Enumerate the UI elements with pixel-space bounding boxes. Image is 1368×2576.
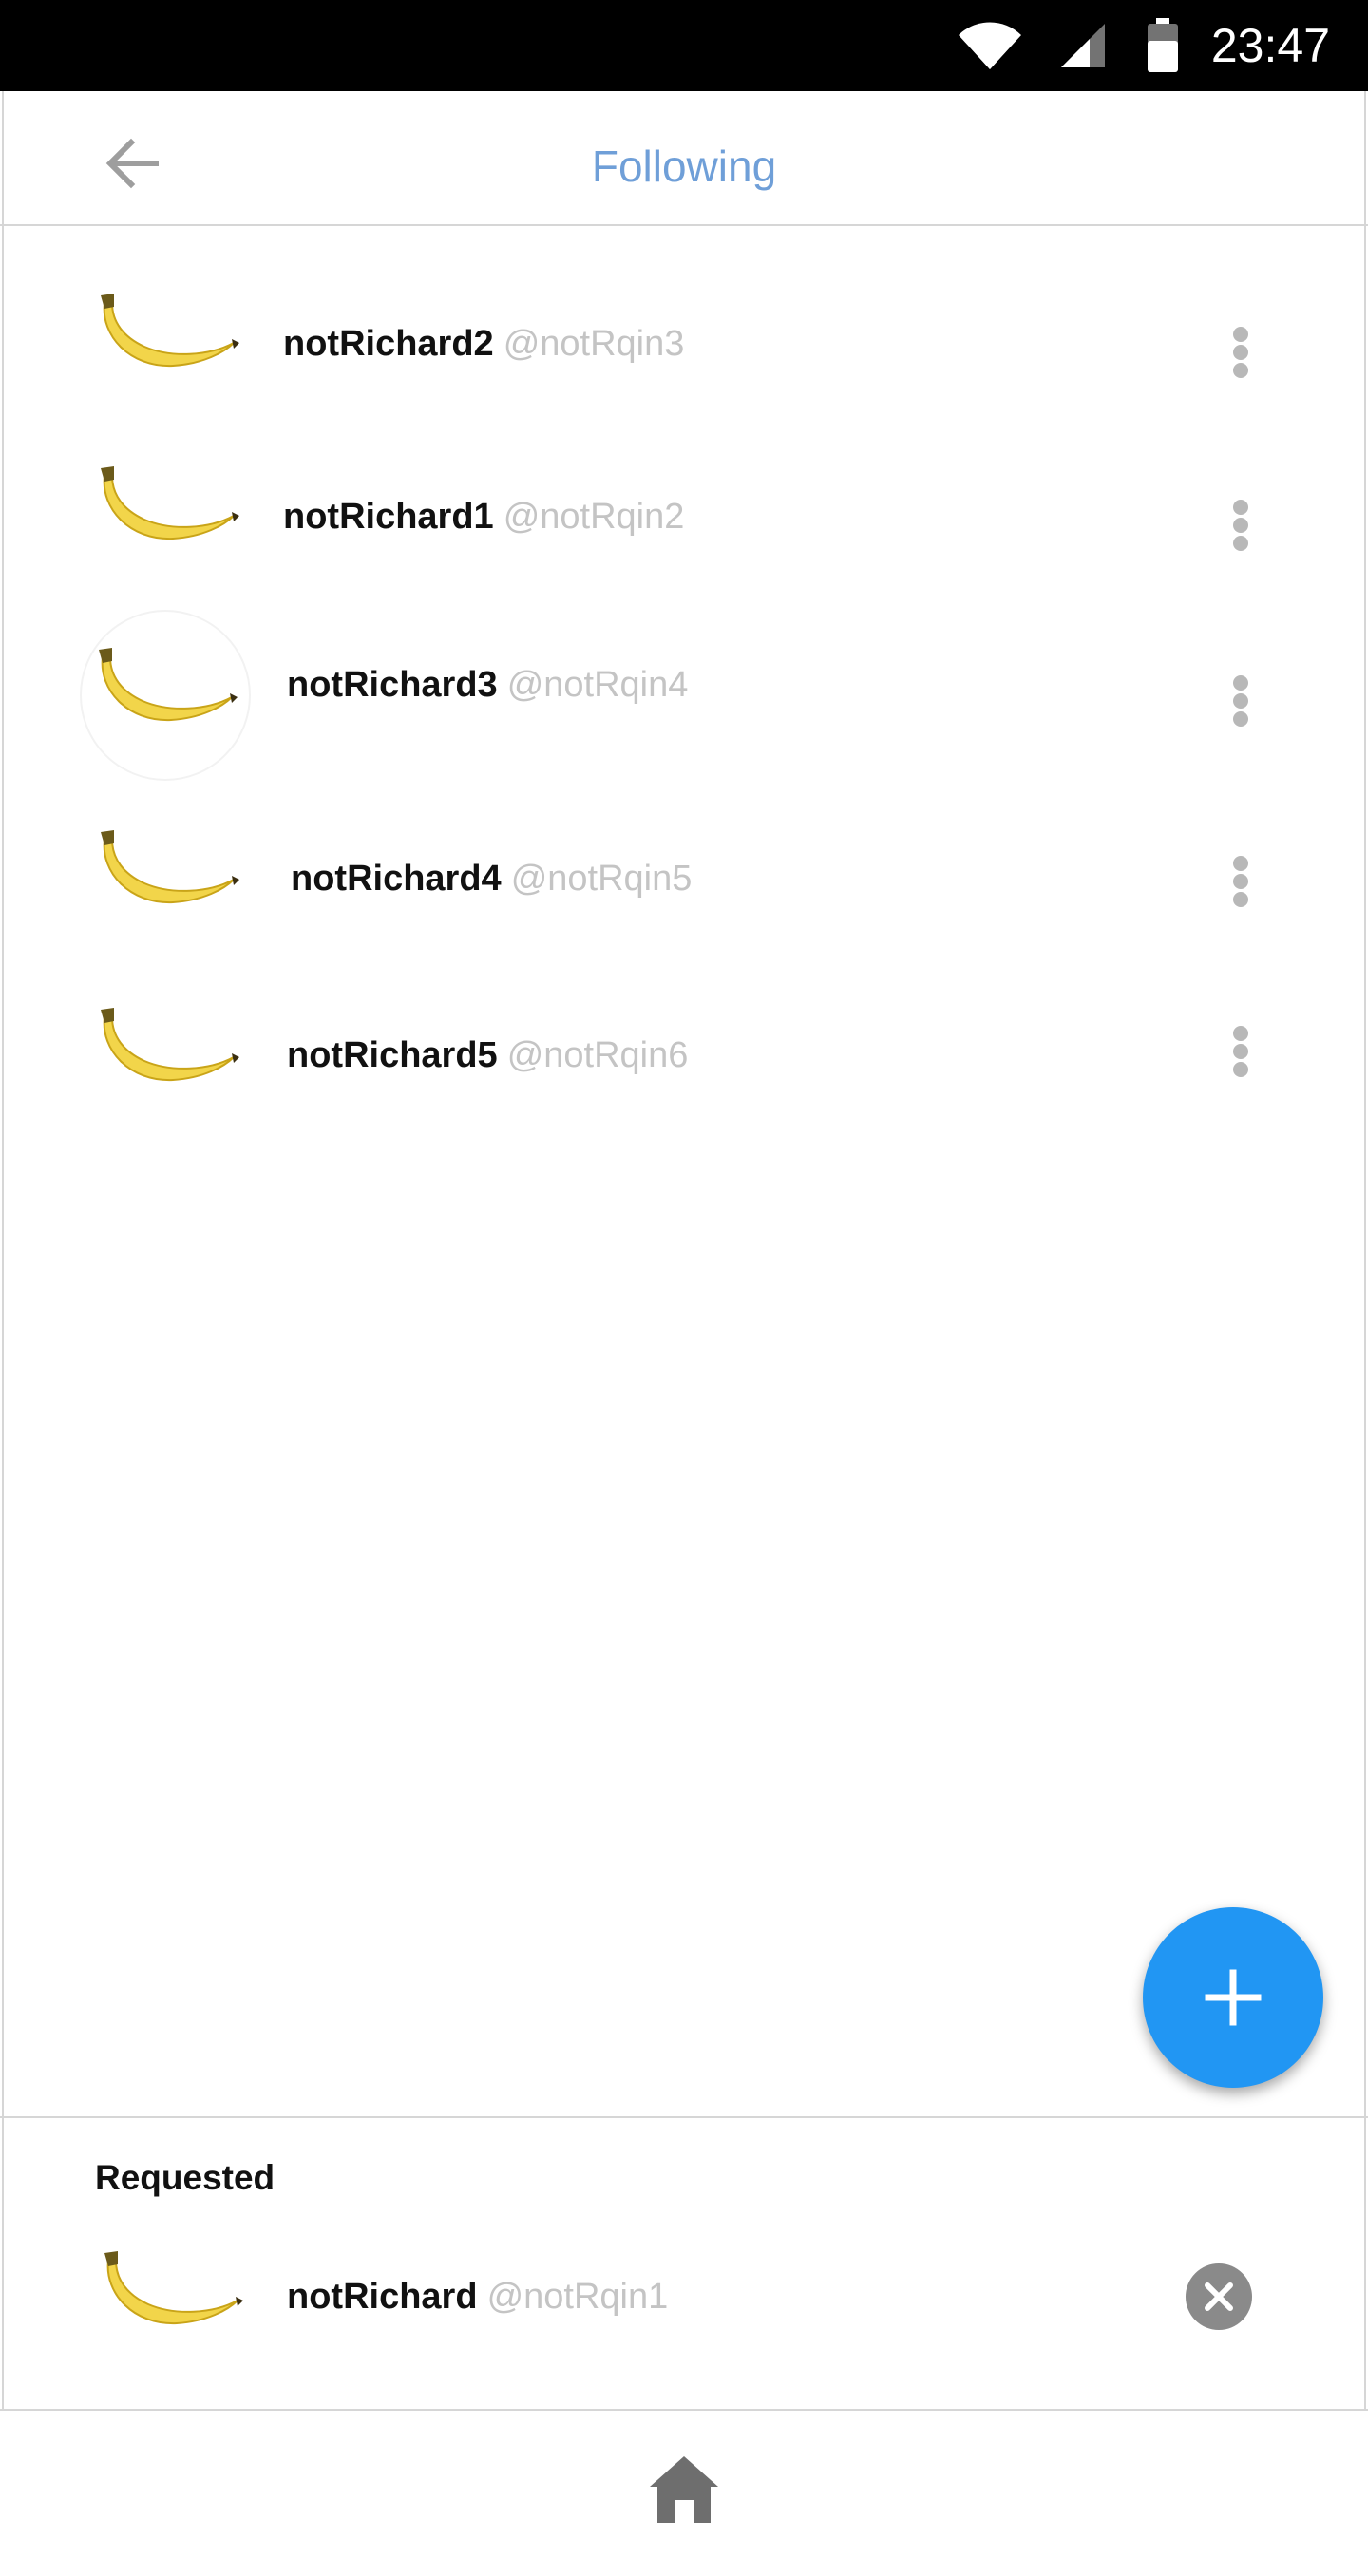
avatar[interactable]: [86, 2219, 256, 2390]
wifi-icon: [958, 22, 1021, 69]
section-divider: [0, 2116, 1368, 2118]
status-icons: 23:47: [957, 0, 1368, 91]
banana-icon: [101, 830, 239, 904]
avatar[interactable]: [82, 434, 253, 605]
cell-signal-icon: [1060, 24, 1105, 67]
status-time: 23:47: [1210, 19, 1330, 72]
page-title: Following: [591, 142, 777, 191]
display-name: notRichard3: [287, 665, 498, 705]
home-icon: [650, 2456, 718, 2523]
banana-icon: [104, 2251, 243, 2325]
plus-icon: [1205, 1969, 1262, 2026]
more-vertical-dot: [1233, 363, 1248, 378]
cancel-request-button[interactable]: [1186, 2263, 1252, 2330]
more-options-button[interactable]: [1220, 497, 1262, 558]
handle: @notRqin6: [506, 1035, 689, 1075]
handle: @notRqin4: [506, 665, 689, 705]
display-name: notRichard1: [283, 497, 494, 537]
more-vertical-dot: [1233, 892, 1248, 907]
header: Following: [0, 91, 1368, 226]
more-vertical-dot: [1233, 874, 1248, 889]
more-vertical-dot: [1233, 345, 1248, 360]
list-item[interactable]: notRichard5 @notRqin6: [0, 975, 1368, 1146]
list-item[interactable]: notRichard2 @notRqin3: [0, 261, 1368, 432]
more-vertical-icon: [1233, 327, 1248, 342]
handle: @notRqin3: [503, 324, 685, 364]
more-vertical-dot: [1233, 711, 1248, 727]
name-line: notRichard4 @notRqin5: [291, 859, 692, 900]
more-vertical-icon: [1233, 1026, 1248, 1041]
name-line: notRichard3 @notRqin4: [287, 665, 688, 706]
avatar[interactable]: [82, 261, 253, 432]
more-vertical-dot: [1233, 518, 1248, 533]
list-item[interactable]: notRichard4 @notRqin5: [0, 798, 1368, 969]
more-vertical-icon: [1233, 675, 1248, 691]
display-name: notRichard5: [287, 1035, 498, 1075]
handle: @notRqin1: [486, 2277, 669, 2317]
handle: @notRqin2: [503, 497, 685, 537]
more-options-button[interactable]: [1220, 324, 1262, 385]
app-frame: [2, 91, 1366, 2409]
bottom-nav: [0, 2409, 1368, 2576]
name-line: notRichard @notRqin1: [287, 2277, 668, 2318]
list-item[interactable]: notRichard3 @notRqin4: [0, 610, 1368, 781]
name-line: notRichard2 @notRqin3: [283, 324, 684, 365]
banana-icon: [99, 648, 238, 722]
banana-icon: [101, 466, 239, 540]
more-vertical-dot: [1233, 1044, 1248, 1059]
add-button[interactable]: [1143, 1907, 1323, 2088]
banana-icon: [101, 294, 239, 368]
more-vertical-icon: [1233, 856, 1248, 871]
name-line: notRichard1 @notRqin2: [283, 497, 684, 538]
list-item[interactable]: notRichard1 @notRqin2: [0, 434, 1368, 605]
avatar[interactable]: [82, 975, 253, 1146]
close-circle-icon: [1205, 2282, 1233, 2311]
avatar[interactable]: [80, 610, 251, 781]
avatar[interactable]: [82, 798, 253, 969]
banana-icon: [101, 1008, 239, 1082]
display-name: notRichard4: [291, 859, 502, 899]
status-bar: 23:47: [0, 0, 1368, 91]
requested-item[interactable]: notRichard @notRqin1: [0, 2219, 1368, 2390]
name-line: notRichard5 @notRqin6: [287, 1035, 688, 1076]
more-vertical-dot: [1233, 536, 1248, 551]
battery-icon: [1147, 18, 1178, 72]
display-name: notRichard: [287, 2277, 478, 2317]
more-vertical-icon: [1233, 500, 1248, 515]
more-options-button[interactable]: [1220, 1023, 1262, 1084]
home-button[interactable]: [646, 2453, 722, 2529]
more-options-button[interactable]: [1220, 672, 1262, 733]
handle: @notRqin5: [510, 859, 693, 899]
more-options-button[interactable]: [1220, 853, 1262, 914]
more-vertical-dot: [1233, 693, 1248, 709]
display-name: notRichard2: [283, 324, 494, 364]
requested-title: Requested: [95, 2158, 276, 2197]
more-vertical-dot: [1233, 1062, 1248, 1077]
